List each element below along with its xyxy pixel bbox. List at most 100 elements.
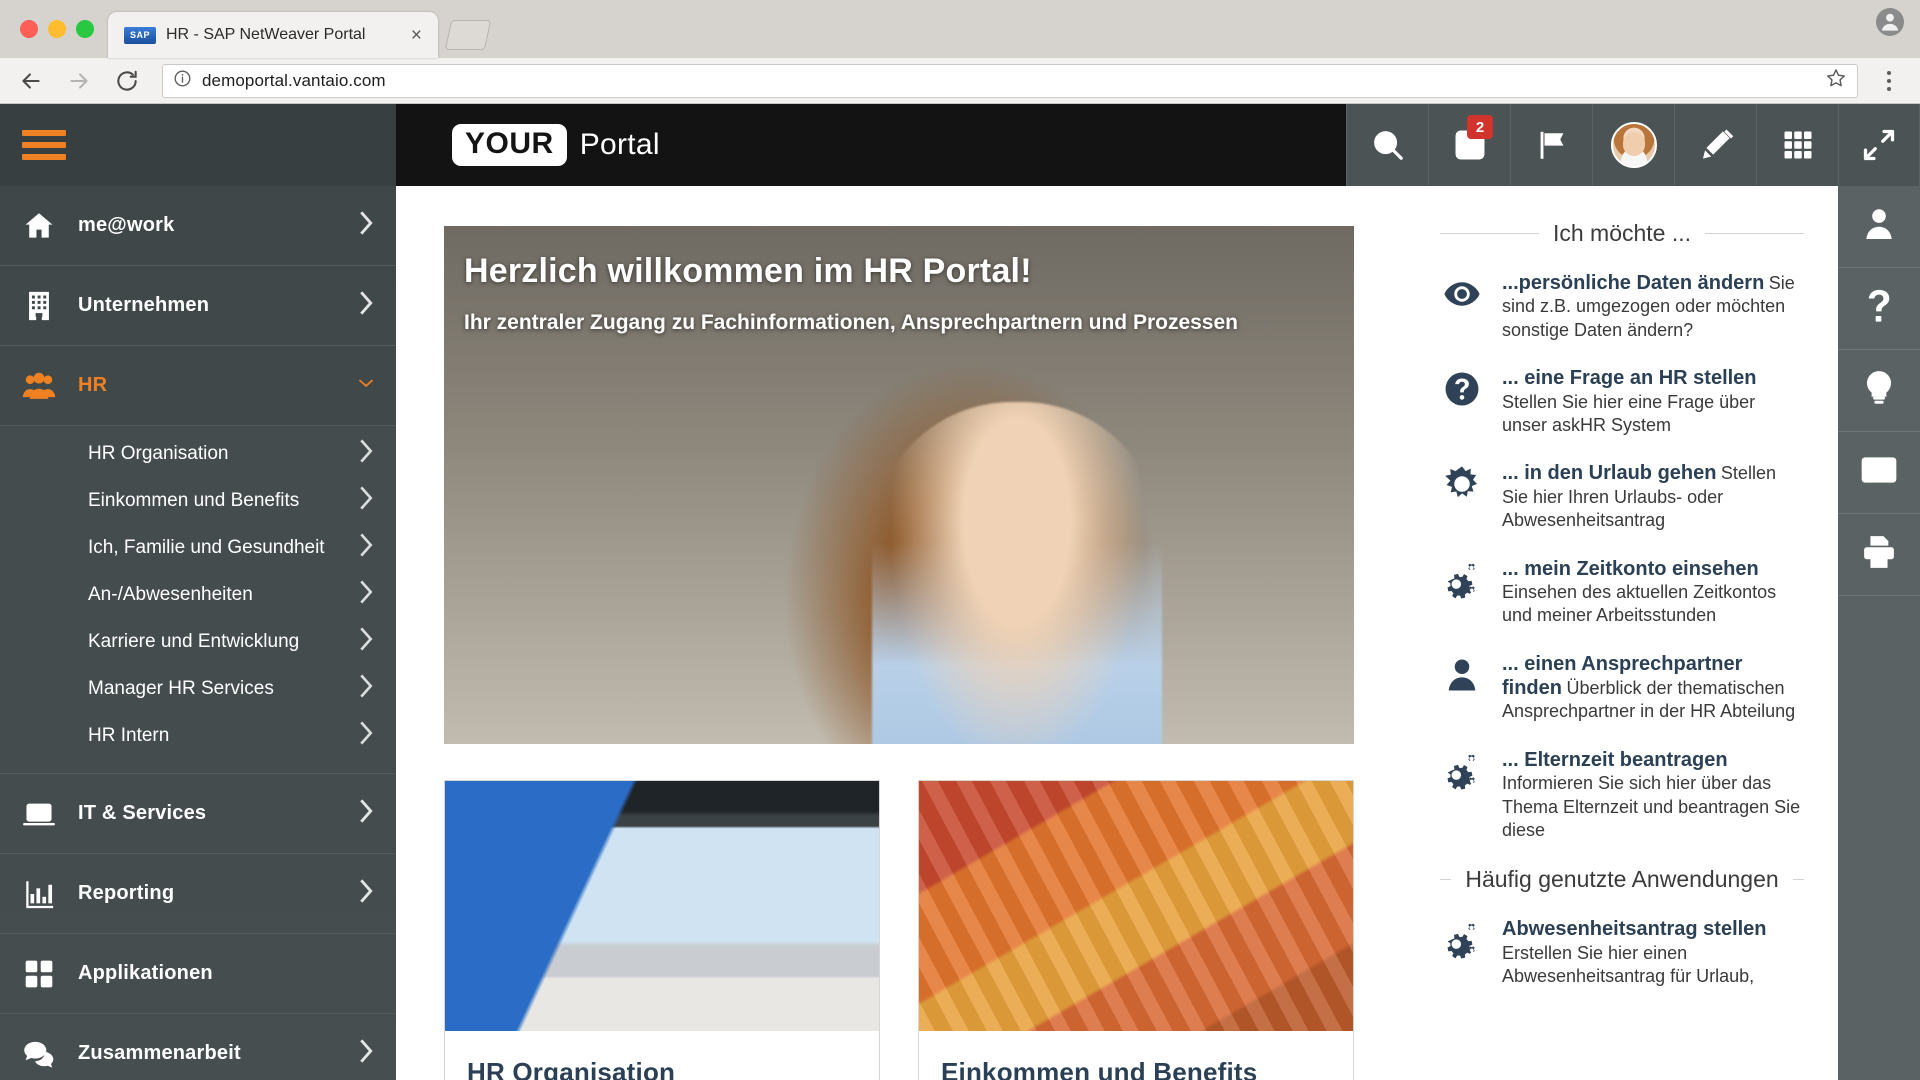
address-bar[interactable]: demoportal.vantaio.com [162,63,1858,98]
sidebar-item-label: Unternehmen [78,294,210,316]
rail-entry-urlaub[interactable]: ... in den Urlaub gehen Stellen Sie hier… [1440,461,1804,532]
browser-toolbar: demoportal.vantaio.com [0,58,1920,104]
sidebar-subitem-label: Karriere und Entwicklung [88,630,300,652]
chevron-right-icon [358,673,374,704]
edge-button-ideen[interactable] [1838,350,1920,432]
rail-section-header: Ich möchte ... [1440,220,1804,247]
chevron-right-icon [358,798,374,829]
edge-button-drucken[interactable] [1838,514,1920,596]
star-icon[interactable] [1825,67,1847,94]
sidebar-menu-toggle[interactable] [0,104,396,186]
close-window-button[interactable] [20,20,38,38]
rail-section-title-frequent: Häufig genutzte Anwendungen [1465,866,1779,893]
teaser-card-row: HR Organisation Einkommen und Benefits [444,780,1418,1080]
sidebar-subitem-label: Manager HR Services [88,677,274,699]
hero-subline: Ihr zentraler Zugang zu Fachinformatione… [464,311,1238,334]
tab-title: HR - SAP NetWeaver Portal [166,26,366,43]
portal-page: me@work Unternehmen HR HR Organisation E… [0,104,1920,1080]
rail-entry-abwesenheitsantrag[interactable]: Abwesenheitsantrag stellen Erstellen Sie… [1440,917,1804,988]
hero-banner[interactable]: Herzlich willkommen im HR Portal! Ihr ze… [444,226,1354,744]
rail-entry-desc: Stellen Sie hier eine Frage über unser a… [1502,391,1756,435]
kebab-menu-icon[interactable] [1872,70,1906,91]
teaser-card[interactable]: Einkommen und Benefits [918,780,1354,1080]
app-grid-icon[interactable] [1756,104,1838,186]
rail-entry-elternzeit[interactable]: ... Elternzeit beantragen Informieren Si… [1440,748,1804,843]
rail-entry-text: ... einen Ansprechpartner finden Überbli… [1502,652,1804,724]
sidebar-item-label: me@work [78,214,175,236]
eye-icon [1440,271,1484,342]
chevron-right-icon [358,210,374,241]
right-edge-toolbar [1838,186,1920,1080]
rail-entry-text: ... eine Frage an HR stellen Stellen Sie… [1502,366,1804,437]
forward-arrow-icon[interactable] [58,60,100,102]
hero-text-block: Herzlich willkommen im HR Portal! Ihr ze… [464,252,1238,335]
header-icon-bar: 2 [1346,104,1920,186]
sidebar-subitem-an-abwesenheiten[interactable]: An-/Abwesenheiten [0,571,396,618]
tasks-check-icon[interactable]: 2 [1428,104,1510,186]
hamburger-menu-icon[interactable] [22,130,66,160]
gears-icon [1440,917,1484,988]
sidebar-subitem-hr-organisation[interactable]: HR Organisation [0,430,396,477]
reload-icon[interactable] [106,60,148,102]
sidebar-item-zusammenarbeit[interactable]: Zusammenarbeit [0,1014,396,1080]
sidebar-item-label: Reporting [78,882,175,904]
edge-button-kontakt[interactable] [1838,186,1920,268]
expand-arrows-icon[interactable] [1838,104,1920,186]
brand-text-label: Portal [579,128,660,161]
rail-entry-desc: Informieren Sie sich hier über das Thema… [1502,773,1801,841]
pencil-edit-icon[interactable] [1674,104,1756,186]
sidebar-subitem-einkommen-und-benefits[interactable]: Einkommen und Benefits [0,477,396,524]
portal-content: Herzlich willkommen im HR Portal! Ihr ze… [396,186,1920,1080]
rail-entry-persoenliche-daten[interactable]: ...persönliche Daten ändern Sie sind z.B… [1440,271,1804,342]
edge-button-email[interactable] [1838,432,1920,514]
sidebar-subitem-label: Ich, Familie und Gesundheit [88,536,325,558]
rail-entry-text: ...persönliche Daten ändern Sie sind z.B… [1502,271,1804,342]
sidebar-item-me-at-work[interactable]: me@work [0,186,396,266]
minimize-window-button[interactable] [48,20,66,38]
sidebar-item-label: Zusammenarbeit [78,1042,241,1064]
page-info-icon[interactable] [173,69,192,93]
chevron-right-icon [358,878,374,909]
avatar[interactable] [1592,104,1674,186]
chevron-right-icon [358,720,374,751]
sidebar-item-applikationen[interactable]: Applikationen [0,934,396,1014]
rail-entry-frage-an-hr[interactable]: ... eine Frage an HR stellen Stellen Sie… [1440,366,1804,437]
browser-tabstrip: SAP HR - SAP NetWeaver Portal × [0,0,1920,58]
close-icon[interactable]: × [407,26,426,45]
envelope-icon [1860,451,1898,494]
people-group-icon [18,369,60,403]
browser-tab[interactable]: SAP HR - SAP NetWeaver Portal × [108,12,438,58]
browser-window: SAP HR - SAP NetWeaver Portal × demoport… [0,0,1920,1080]
sidebar-item-unternehmen[interactable]: Unternehmen [0,266,396,346]
new-tab-icon[interactable] [444,20,492,50]
sidebar-subitem-karriere-und-entwicklung[interactable]: Karriere und Entwicklung [0,618,396,665]
sidebar-item-reporting[interactable]: Reporting [0,854,396,934]
laptop-icon [18,797,60,831]
sidebar-item-hr[interactable]: HR [0,346,396,426]
sidebar-subitem-ich-familie-und-gesundheit[interactable]: Ich, Familie und Gesundheit [0,524,396,571]
rail-entry-zeitkonto[interactable]: ... mein Zeitkonto einsehen Einsehen des… [1440,557,1804,628]
search-icon[interactable] [1346,104,1428,186]
rail-section-header-frequent: Häufig genutzte Anwendungen [1440,866,1804,893]
sidebar-subitem-label: Einkommen und Benefits [88,489,300,511]
sidebar-subitem-hr-intern[interactable]: HR Intern [0,712,396,759]
bar-chart-icon [18,877,60,911]
edge-button-hilfe[interactable] [1838,268,1920,350]
maximize-window-button[interactable] [76,20,94,38]
teaser-card[interactable]: HR Organisation [444,780,880,1080]
rail-entry-text: ... mein Zeitkonto einsehen Einsehen des… [1502,557,1804,628]
printer-icon [1860,533,1898,576]
chevron-right-icon [358,1038,374,1069]
sidebar-subitem-label: An-/Abwesenheiten [88,583,253,605]
sidebar-subitem-manager-hr-services[interactable]: Manager HR Services [0,665,396,712]
portal-logo[interactable]: YOUR Portal [452,124,660,166]
sidebar-item-it-and-services[interactable]: IT & Services [0,774,396,854]
center-column: Herzlich willkommen im HR Portal! Ihr ze… [396,186,1418,1080]
rail-entry-desc: Erstellen Sie hier einen Abwesenheitsant… [1502,942,1755,987]
lightbulb-icon [1860,369,1898,412]
browser-profile-icon[interactable] [1876,8,1904,36]
back-arrow-icon[interactable] [10,60,52,102]
teaser-card-image [919,781,1353,1031]
rail-entry-ansprechpartner[interactable]: ... einen Ansprechpartner finden Überbli… [1440,652,1804,724]
flag-icon[interactable] [1510,104,1592,186]
